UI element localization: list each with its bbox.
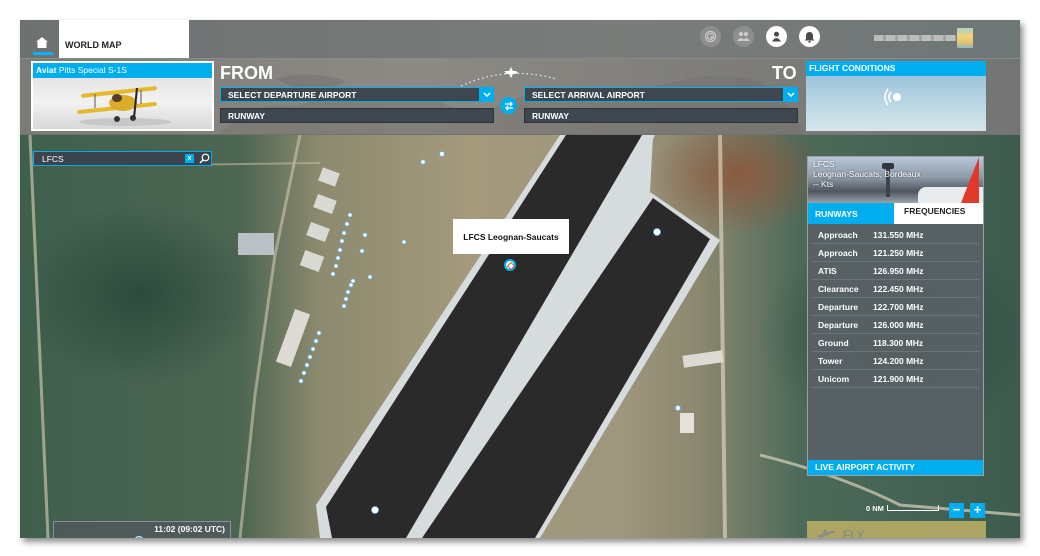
world-map[interactable]: LFCS x LFCS Leognan-Saucats 11:02 (09:02…	[20, 135, 1020, 538]
airport-search-input[interactable]: LFCS x	[33, 151, 212, 166]
search-value: LFCS	[42, 154, 64, 164]
frequency-name: Unicom	[818, 373, 850, 384]
arrival-runway-select[interactable]: RUNWAY	[524, 108, 798, 123]
airport-header-text: LFCS Leognan-Saucats, Bordeaux -- Kts	[813, 159, 921, 189]
home-icon	[36, 37, 48, 48]
notifications-button[interactable]	[799, 26, 820, 47]
activity-button[interactable]	[700, 26, 721, 47]
airport-icao: LFCS	[813, 159, 835, 169]
time-of-day-panel: 11:02 (09:02 UTC)	[53, 521, 231, 538]
airport-map-label[interactable]: LFCS Leognan-Saucats	[453, 219, 569, 254]
frequency-value: 126.000 MHz	[873, 319, 924, 330]
aircraft-selection-card[interactable]: Aviat Pitts Special S-1S	[31, 61, 214, 131]
frequency-name: Ground	[818, 337, 849, 348]
from-label: FROM	[220, 63, 273, 83]
airport-tabs: RUNWAYS FREQUENCIES	[808, 203, 983, 224]
frequency-row[interactable]: Departure 126.000 MHz	[812, 316, 979, 334]
flight-conditions-title: FLIGHT CONDITIONS	[806, 61, 986, 76]
jet-tail-image	[961, 157, 979, 203]
frequency-value: 118.300 MHz	[873, 337, 924, 348]
top-icons	[700, 26, 820, 50]
aircraft-brand: Aviat	[36, 65, 57, 75]
swap-icon	[504, 101, 513, 110]
live-weather-icon	[884, 88, 901, 106]
frequency-row[interactable]: Ground 118.300 MHz	[812, 334, 979, 352]
time-slider-thumb[interactable]	[133, 536, 144, 538]
frequency-row[interactable]: Approach 131.550 MHz	[812, 226, 979, 244]
activity-icon	[704, 30, 717, 43]
tab-world-map[interactable]: WORLD MAP	[59, 20, 189, 58]
swap-airports-button[interactable]	[500, 97, 517, 114]
fly-button[interactable]: FLY	[807, 521, 986, 538]
top-bar: WORLD MAP	[20, 20, 1020, 58]
route-plane-icon	[504, 67, 518, 78]
frequency-list: Approach 131.550 MHz Approach 121.250 MHz AT…	[808, 224, 983, 388]
frequency-row[interactable]: Tower 124.200 MHz	[812, 352, 979, 370]
scale-bar	[886, 504, 939, 511]
aircraft-image	[33, 78, 212, 129]
zoom-out-button[interactable]: −	[949, 503, 964, 518]
profile-button[interactable]	[766, 26, 787, 47]
frequency-row[interactable]: Unicom 121.900 MHz	[812, 370, 979, 388]
arrival-airport-select[interactable]: SELECT ARRIVAL AIRPORT	[524, 87, 798, 102]
home-active-indicator	[33, 52, 53, 55]
departure-dropdown-button[interactable]	[479, 87, 494, 102]
frequency-row[interactable]: Approach 121.250 MHz	[812, 244, 979, 262]
frequency-value: 122.450 MHz	[873, 283, 924, 294]
map-scale: 0 NM	[866, 504, 939, 513]
live-airport-activity-button[interactable]: LIVE AIRPORT ACTIVITY	[808, 460, 983, 475]
frequency-name: Departure	[818, 319, 859, 330]
frequency-value: 122.700 MHz	[873, 301, 924, 312]
biplane-icon	[77, 86, 171, 126]
flight-conditions-card[interactable]: FLIGHT CONDITIONS	[806, 61, 986, 131]
frequency-name: Clearance	[818, 283, 859, 294]
fly-label: FLY	[843, 528, 865, 538]
frequency-name: Approach	[818, 247, 858, 258]
to-label: TO	[772, 63, 797, 83]
frequency-value: 131.550 MHz	[873, 229, 924, 240]
airport-wind: -- Kts	[813, 179, 834, 189]
aircraft-title: Aviat Pitts Special S-1S	[33, 63, 212, 78]
username-blurred	[874, 35, 956, 41]
frequency-value: 124.200 MHz	[873, 355, 924, 366]
arrival-airport-value: SELECT ARRIVAL AIRPORT	[532, 90, 645, 100]
multiplayer-button[interactable]	[733, 26, 754, 47]
chevron-down-icon	[786, 92, 795, 97]
clear-search-button[interactable]: x	[185, 154, 194, 163]
airport-info-panel: LFCS Leognan-Saucats, Bordeaux -- Kts RU…	[807, 156, 984, 476]
airport-marker-icon[interactable]	[504, 259, 516, 271]
frequency-value: 121.900 MHz	[873, 373, 924, 384]
arrival-dropdown-button[interactable]	[783, 87, 798, 102]
frequency-row[interactable]: ATIS 126.950 MHz	[812, 262, 979, 280]
departure-runway-select[interactable]: RUNWAY	[220, 108, 494, 123]
tab-frequencies[interactable]: FREQUENCIES	[894, 203, 983, 224]
tab-runways[interactable]: RUNWAYS	[808, 203, 894, 224]
frequency-name: Tower	[818, 355, 843, 366]
scale-label: 0 NM	[866, 504, 884, 513]
chevron-down-icon	[482, 92, 491, 97]
frequency-row[interactable]: Clearance 122.450 MHz	[812, 280, 979, 298]
departure-airport-select[interactable]: SELECT DEPARTURE AIRPORT	[220, 87, 494, 102]
takeoff-icon	[816, 529, 835, 538]
frequency-name: Approach	[818, 229, 858, 240]
zoom-in-button[interactable]: +	[970, 503, 985, 518]
frequency-name: ATIS	[818, 265, 837, 276]
frequency-value: 126.950 MHz	[873, 265, 924, 276]
frequency-row[interactable]: Departure 122.700 MHz	[812, 298, 979, 316]
profile-icon	[772, 31, 781, 42]
frequency-name: Departure	[818, 301, 859, 312]
world-map-window: WORLD MAP Aviat Pitts Special S-1S FROM …	[20, 20, 1020, 538]
frequency-value: 121.250 MHz	[873, 247, 924, 258]
multiplayer-icon	[737, 31, 750, 41]
airport-name: Leognan-Saucats, Bordeaux	[813, 169, 921, 179]
departure-airport-value: SELECT DEPARTURE AIRPORT	[228, 90, 357, 100]
avatar[interactable]	[957, 28, 973, 48]
bell-icon	[804, 31, 815, 43]
search-icon[interactable]	[199, 153, 210, 164]
flight-setup-header: Aviat Pitts Special S-1S FROM TO SELECT …	[20, 58, 1020, 135]
aircraft-model: Pitts Special S-1S	[58, 65, 127, 75]
airport-header-image: LFCS Leognan-Saucats, Bordeaux -- Kts	[808, 157, 983, 203]
time-label: 11:02 (09:02 UTC)	[154, 524, 225, 534]
